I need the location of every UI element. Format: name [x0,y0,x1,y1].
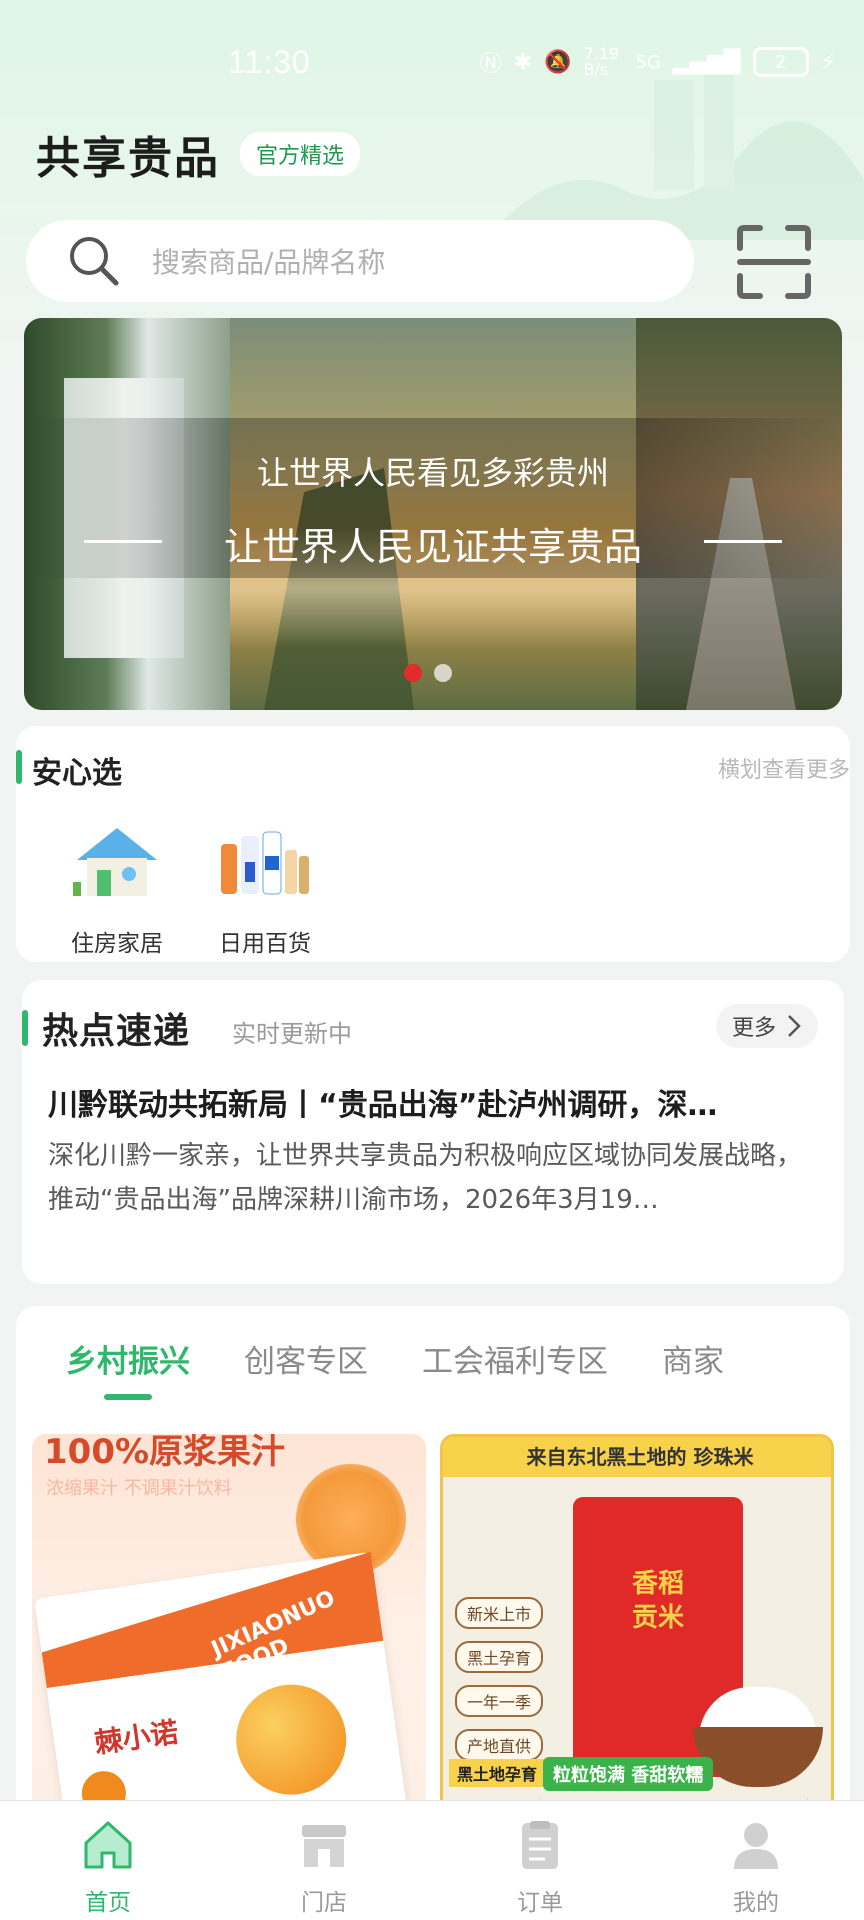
signal-icon: 5G [635,51,661,73]
tab-union-welfare[interactable]: 工会福利专区 [422,1336,608,1381]
tab-label: 商家 [662,1344,724,1380]
news-headline[interactable]: 川黔联动共拓新局丨“贵品出海”赴泸州调研，深… [48,1080,818,1124]
home-icon [84,1821,132,1869]
banner-dash-right [704,540,782,543]
fruit-image [229,1677,354,1802]
tab-label: 创客专区 [244,1344,368,1380]
rice-feature-tags: 新米上市 黑土孕育 一年一季 产地直供 [455,1597,544,1761]
chevron-right-icon [788,1015,801,1037]
nfc-icon: Ⓝ [479,52,502,77]
mute-icon: 🔕 [544,49,572,75]
status-bar: 11:30 Ⓝ ✱ 🔕 7.19 B/s 5G ▂▄▆█ 2 ⚡ [0,30,864,100]
section-accent-bar [22,1010,28,1046]
anxin-more-hint: 横划查看更多 [717,758,850,783]
rice-bag-title: 香稻贡米 [631,1569,684,1633]
search-input[interactable]: 搜索商品/品牌名称 [26,220,694,302]
daily-goods-icon [221,831,309,895]
tab-merchants[interactable]: 商家 [662,1336,724,1381]
app-header: 共享贵品 官方精选 [36,122,361,186]
official-badge: 官方精选 [240,132,361,176]
app-title: 共享贵品 [36,133,220,184]
tab-label: 乡村振兴 [66,1344,190,1380]
feature-tag: 新米上市 [455,1597,544,1629]
product-headline: 来自东北黑土地的 珍珠米 [443,1437,831,1477]
banner-headline-2: 让世界人民见证共享贵品 [223,525,642,569]
status-icons: Ⓝ ✱ 🔕 7.19 B/s 5G ▂▄▆█ 2 ⚡ [480,46,836,78]
product-headline: 100%原浆果汁 [44,1434,286,1472]
search-placeholder: 搜索商品/品牌名称 [152,246,386,279]
category-tabs: 乡村振兴 创客专区 工会福利专区 商家 [66,1336,778,1400]
nav-store[interactable]: 门店 [216,1801,432,1920]
hot-news-section: 热点速递 实时更新中 更多 川黔联动共拓新局丨“贵品出海”赴泸州调研，深… 深化… [22,980,844,1284]
product-card-rice[interactable]: 来自东北黑土地的 珍珠米 香稻贡米 新米上市 黑土孕育 一年一季 产地直供 黑土… [440,1434,834,1834]
nav-label: 门店 [301,1890,347,1916]
status-time: 11:30 [228,44,311,80]
hot-news-subtitle: 实时更新中 [232,1020,352,1048]
footer-tag: 粒粒饱满 香甜软糯 [543,1757,714,1791]
nav-label: 首页 [85,1890,131,1916]
nav-label: 订单 [517,1890,563,1916]
tab-label: 工会福利专区 [422,1344,608,1380]
bottom-navigation: 首页 门店 订单 我的 [0,1800,864,1920]
signal-bars-icon: ▂▄▆█ [672,49,741,75]
store-icon [302,1825,346,1867]
bluetooth-icon: ✱ [513,49,533,75]
product-subtitle: 浓缩果汁 不调果汁饮料 [46,1478,232,1499]
charging-icon: ⚡ [820,49,836,75]
order-icon [522,1821,558,1869]
tab-rural-revitalization[interactable]: 乡村振兴 [66,1336,190,1400]
section-accent-bar [16,750,22,784]
nav-home[interactable]: 首页 [0,1801,216,1920]
promo-banner[interactable]: 让世界人民看见多彩贵州 让世界人民见证共享贵品 [24,318,842,710]
banner-headline-1: 让世界人民看见多彩贵州 [256,454,609,492]
house-icon [73,828,157,896]
news-more-button[interactable]: 更多 [715,1004,818,1048]
feature-tag: 黑土孕育 [455,1641,544,1673]
network-speed: 7.19 B/s [583,44,620,79]
more-label: 更多 [731,1016,776,1041]
scan-icon[interactable] [736,224,812,300]
battery-level: 2 [774,51,787,73]
nav-orders[interactable]: 订单 [432,1801,648,1920]
banner-pagination [404,664,452,682]
tab-maker-zone[interactable]: 创客专区 [244,1336,368,1381]
category-label: 住房家居 [71,931,163,957]
banner-dot-2[interactable] [434,664,452,682]
hot-news-title: 热点速递 [42,1011,191,1052]
brand-cn: 棘小诺 [92,1715,181,1760]
footer-tag: 黑土地孕育 [449,1759,546,1787]
anxin-section: 安心选 横划查看更多 住房家居 日用百货 [16,726,850,962]
search-icon [70,237,119,286]
anxin-title: 安心选 [32,756,122,791]
news-summary[interactable]: 深化川黔一家亲，让世界共享贵品为积极响应区域协同发展战略，推动“贵品出海”品牌深… [48,1134,818,1222]
product-card-juice[interactable]: 100%原浆果汁 浓缩果汁 不调果汁饮料 JIXIAONUO FOOD 棘小诺 [32,1434,426,1834]
category-daily-goods[interactable]: 日用百货 [200,822,330,958]
juice-box-image: JIXIAONUO FOOD 棘小诺 [34,1551,410,1834]
feature-tag: 一年一季 [455,1685,544,1717]
profile-icon [734,1823,778,1869]
category-housing[interactable]: 住房家居 [52,822,182,958]
battery-icon: 2 [752,47,809,77]
nav-profile[interactable]: 我的 [648,1801,864,1920]
category-label: 日用百货 [219,931,311,957]
tab-active-indicator [104,1394,152,1400]
banner-dot-1[interactable] [404,664,422,682]
nav-label: 我的 [733,1890,779,1916]
